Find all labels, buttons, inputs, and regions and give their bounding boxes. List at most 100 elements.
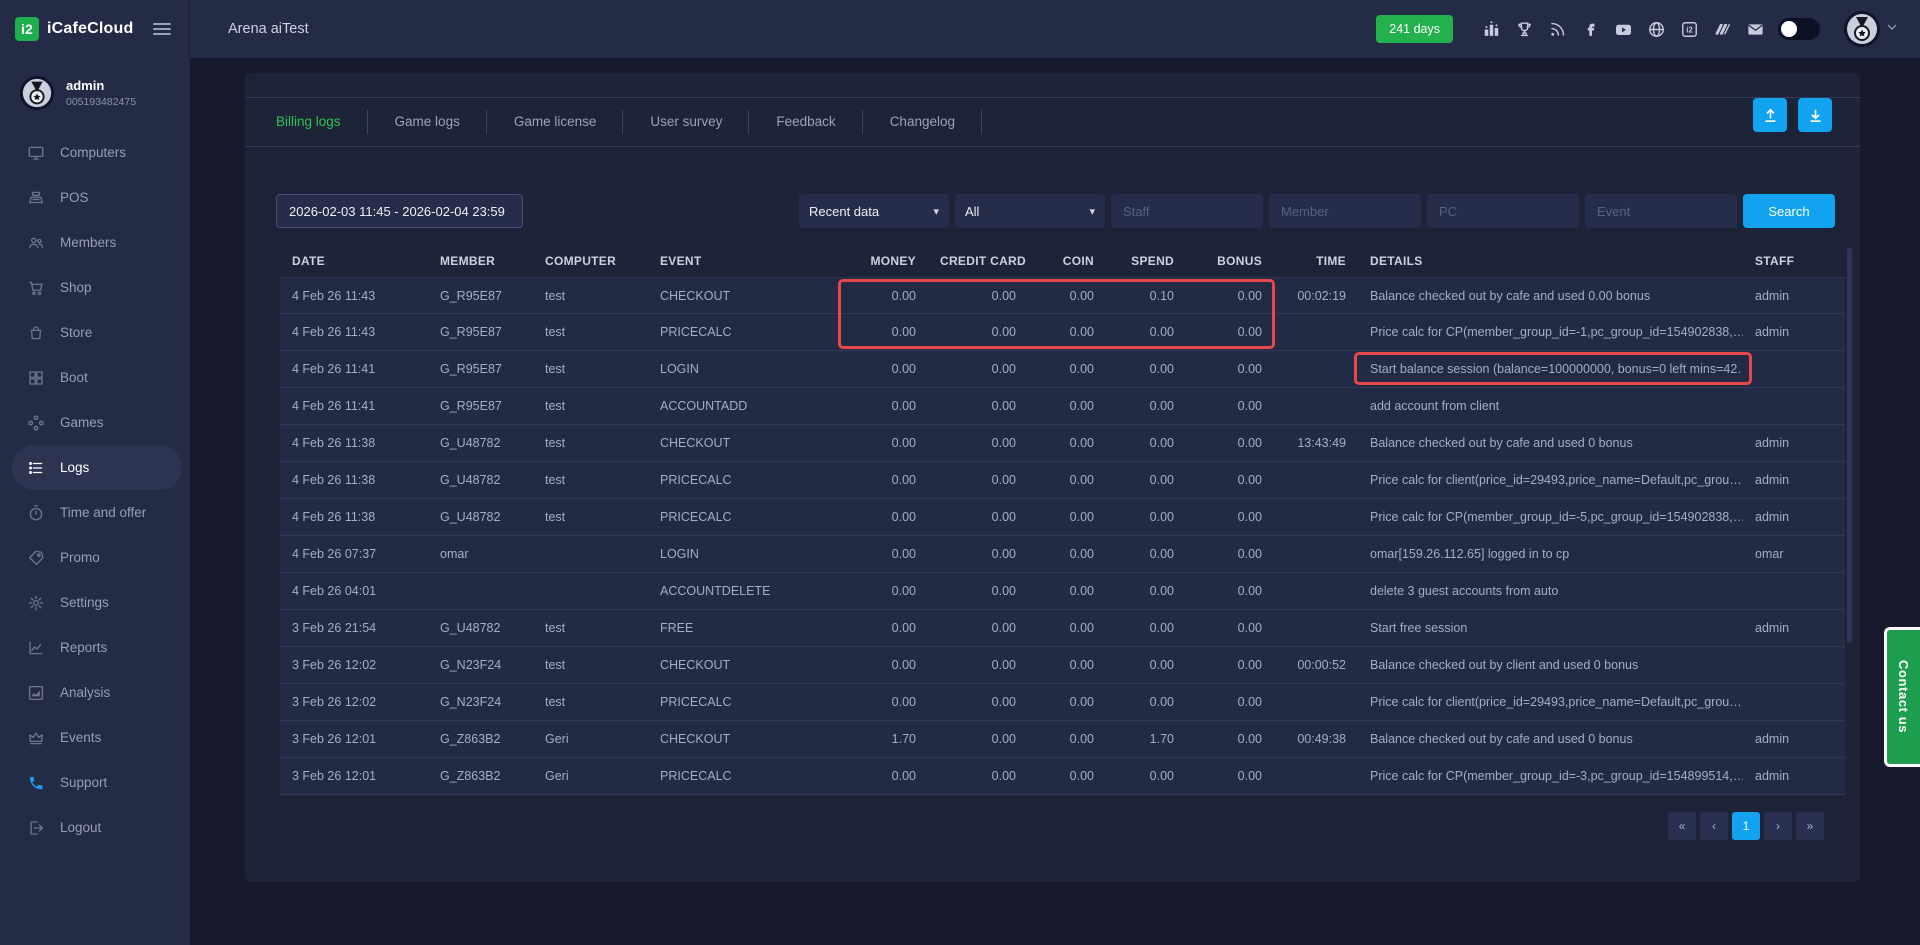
tab-feedback[interactable]: Feedback: [749, 97, 862, 147]
chevron-down-icon[interactable]: [1886, 20, 1898, 38]
tab-user-survey[interactable]: User survey: [623, 97, 749, 147]
tab-billing-logs[interactable]: Billing logs: [249, 97, 368, 147]
tab-game-logs[interactable]: Game logs: [368, 97, 487, 147]
cell-staff: admin: [1743, 436, 1845, 450]
cell-credit_card: 0.00: [928, 510, 1028, 524]
recent-data-select[interactable]: Recent data ▾: [799, 194, 949, 228]
facebook-icon[interactable]: [1574, 16, 1607, 42]
license-days-badge[interactable]: 241 days: [1376, 15, 1453, 43]
youtube-icon[interactable]: [1607, 16, 1640, 42]
table-row: 4 Feb 26 11:41G_R95E87testACCOUNTADD0.00…: [280, 388, 1845, 425]
cell-staff: admin: [1743, 769, 1845, 783]
pc-input[interactable]: [1427, 194, 1579, 228]
analysis-icon: [27, 684, 45, 702]
layers-icon[interactable]: [1706, 16, 1739, 42]
upload-button[interactable]: [1753, 98, 1787, 132]
sidebar-item-time-and-offer[interactable]: Time and offer: [0, 490, 190, 535]
cell-credit_card: 0.00: [928, 584, 1028, 598]
cell-bonus: 0.00: [1186, 473, 1274, 487]
ranking-icon[interactable]: [1475, 16, 1508, 42]
profile-id: 005193482475: [66, 95, 136, 109]
cell-spend: 0.00: [1106, 436, 1186, 450]
download-button[interactable]: [1798, 98, 1832, 132]
mail-icon[interactable]: [1739, 16, 1772, 42]
cell-member: G_R95E87: [428, 399, 533, 413]
event-input[interactable]: [1585, 194, 1737, 228]
cell-computer: Geri: [533, 769, 648, 783]
sidebar-item-label: Computers: [60, 145, 126, 160]
table-row: 3 Feb 26 21:54G_U48782testFREE0.000.000.…: [280, 610, 1845, 647]
page-button[interactable]: «: [1668, 812, 1696, 840]
cell-money: 0.00: [843, 473, 928, 487]
sidebar-item-boot[interactable]: Boot: [0, 355, 190, 400]
sidebar-item-reports[interactable]: Reports: [0, 625, 190, 670]
sidebar-item-settings[interactable]: Settings: [0, 580, 190, 625]
vertical-scrollbar[interactable]: [1847, 248, 1852, 643]
tabs-row: Billing logsGame logsGame licenseUser su…: [245, 97, 1860, 147]
sidebar-item-logs[interactable]: Logs: [12, 445, 182, 490]
search-button[interactable]: Search: [1743, 194, 1835, 228]
cell-credit_card: 0.00: [928, 658, 1028, 672]
sidebar-item-computers[interactable]: Computers: [0, 130, 190, 175]
page-button[interactable]: ‹: [1700, 812, 1728, 840]
cell-credit_card: 0.00: [928, 695, 1028, 709]
sidebar-item-games[interactable]: Games: [0, 400, 190, 445]
table-row: 3 Feb 26 12:01G_Z863B2GeriPRICECALC0.000…: [280, 758, 1845, 795]
cell-date: 4 Feb 26 11:43: [280, 289, 428, 303]
sidebar-item-logout[interactable]: Logout: [0, 805, 190, 850]
table-row: 4 Feb 26 11:43G_R95E87testCHECKOUT0.000.…: [280, 277, 1845, 314]
theme-toggle[interactable]: [1778, 18, 1820, 40]
main-content: Billing logsGame logsGame licenseUser su…: [190, 58, 1920, 945]
sidebar-item-shop[interactable]: Shop: [0, 265, 190, 310]
page-button[interactable]: »: [1796, 812, 1824, 840]
cell-date: 4 Feb 26 11:38: [280, 436, 428, 450]
cell-computer: test: [533, 658, 648, 672]
sidebar-item-analysis[interactable]: Analysis: [0, 670, 190, 715]
cell-bonus: 0.00: [1186, 658, 1274, 672]
user-avatar[interactable]: [1844, 11, 1880, 47]
sidebar-item-label: Reports: [60, 640, 107, 655]
sidebar-item-events[interactable]: Events: [0, 715, 190, 760]
contact-us-button[interactable]: Contact us: [1884, 627, 1920, 767]
staff-input[interactable]: [1111, 194, 1263, 228]
cell-spend: 0.00: [1106, 473, 1186, 487]
cell-details: Balance checked out by cafe and used 0 b…: [1358, 436, 1743, 450]
cell-credit_card: 0.00: [928, 289, 1028, 303]
sidebar-item-members[interactable]: Members: [0, 220, 190, 265]
tab-game-license[interactable]: Game license: [487, 97, 624, 147]
hamburger-menu-icon[interactable]: [149, 19, 175, 39]
page-title: Arena aiTest: [228, 21, 309, 37]
cell-date: 4 Feb 26 11:38: [280, 473, 428, 487]
page-button-current[interactable]: 1: [1732, 812, 1760, 840]
cell-bonus: 0.00: [1186, 325, 1274, 339]
cell-date: 3 Feb 26 12:02: [280, 658, 428, 672]
date-range-input[interactable]: 2026-02-03 11:45 - 2026-02-04 23:59: [276, 194, 523, 228]
page-button[interactable]: ›: [1764, 812, 1792, 840]
sidebar-item-label: Boot: [60, 370, 88, 385]
rss-icon[interactable]: [1541, 16, 1574, 42]
sidebar-item-store[interactable]: Store: [0, 310, 190, 355]
member-input[interactable]: [1269, 194, 1421, 228]
cell-bonus: 0.00: [1186, 584, 1274, 598]
sidebar-item-support[interactable]: Support: [0, 760, 190, 805]
event-type-select[interactable]: All ▾: [955, 194, 1105, 228]
table-row: 4 Feb 26 11:38G_U48782testCHECKOUT0.000.…: [280, 425, 1845, 462]
cell-computer: test: [533, 289, 648, 303]
cell-bonus: 0.00: [1186, 510, 1274, 524]
sidebar-item-label: Time and offer: [60, 505, 146, 520]
cell-date: 3 Feb 26 12:01: [280, 769, 428, 783]
sidebar-item-label: Events: [60, 730, 101, 745]
table-row: 4 Feb 26 11:43G_R95E87testPRICECALC0.000…: [280, 314, 1845, 351]
sidebar-item-promo[interactable]: Promo: [0, 535, 190, 580]
trophy-icon[interactable]: [1508, 16, 1541, 42]
column-header-details: DETAILS: [1358, 254, 1743, 268]
sidebar-item-pos[interactable]: POS: [0, 175, 190, 220]
cell-staff: admin: [1743, 289, 1845, 303]
globe-icon[interactable]: [1640, 16, 1673, 42]
sidebar-profile[interactable]: admin 005193482475: [0, 58, 190, 124]
sidebar-avatar: [20, 76, 54, 110]
computers-icon: [27, 144, 45, 162]
table-row: 3 Feb 26 12:02G_N23F24testCHECKOUT0.000.…: [280, 647, 1845, 684]
tab-changelog[interactable]: Changelog: [863, 97, 982, 147]
icafe-icon[interactable]: i2: [1673, 16, 1706, 42]
